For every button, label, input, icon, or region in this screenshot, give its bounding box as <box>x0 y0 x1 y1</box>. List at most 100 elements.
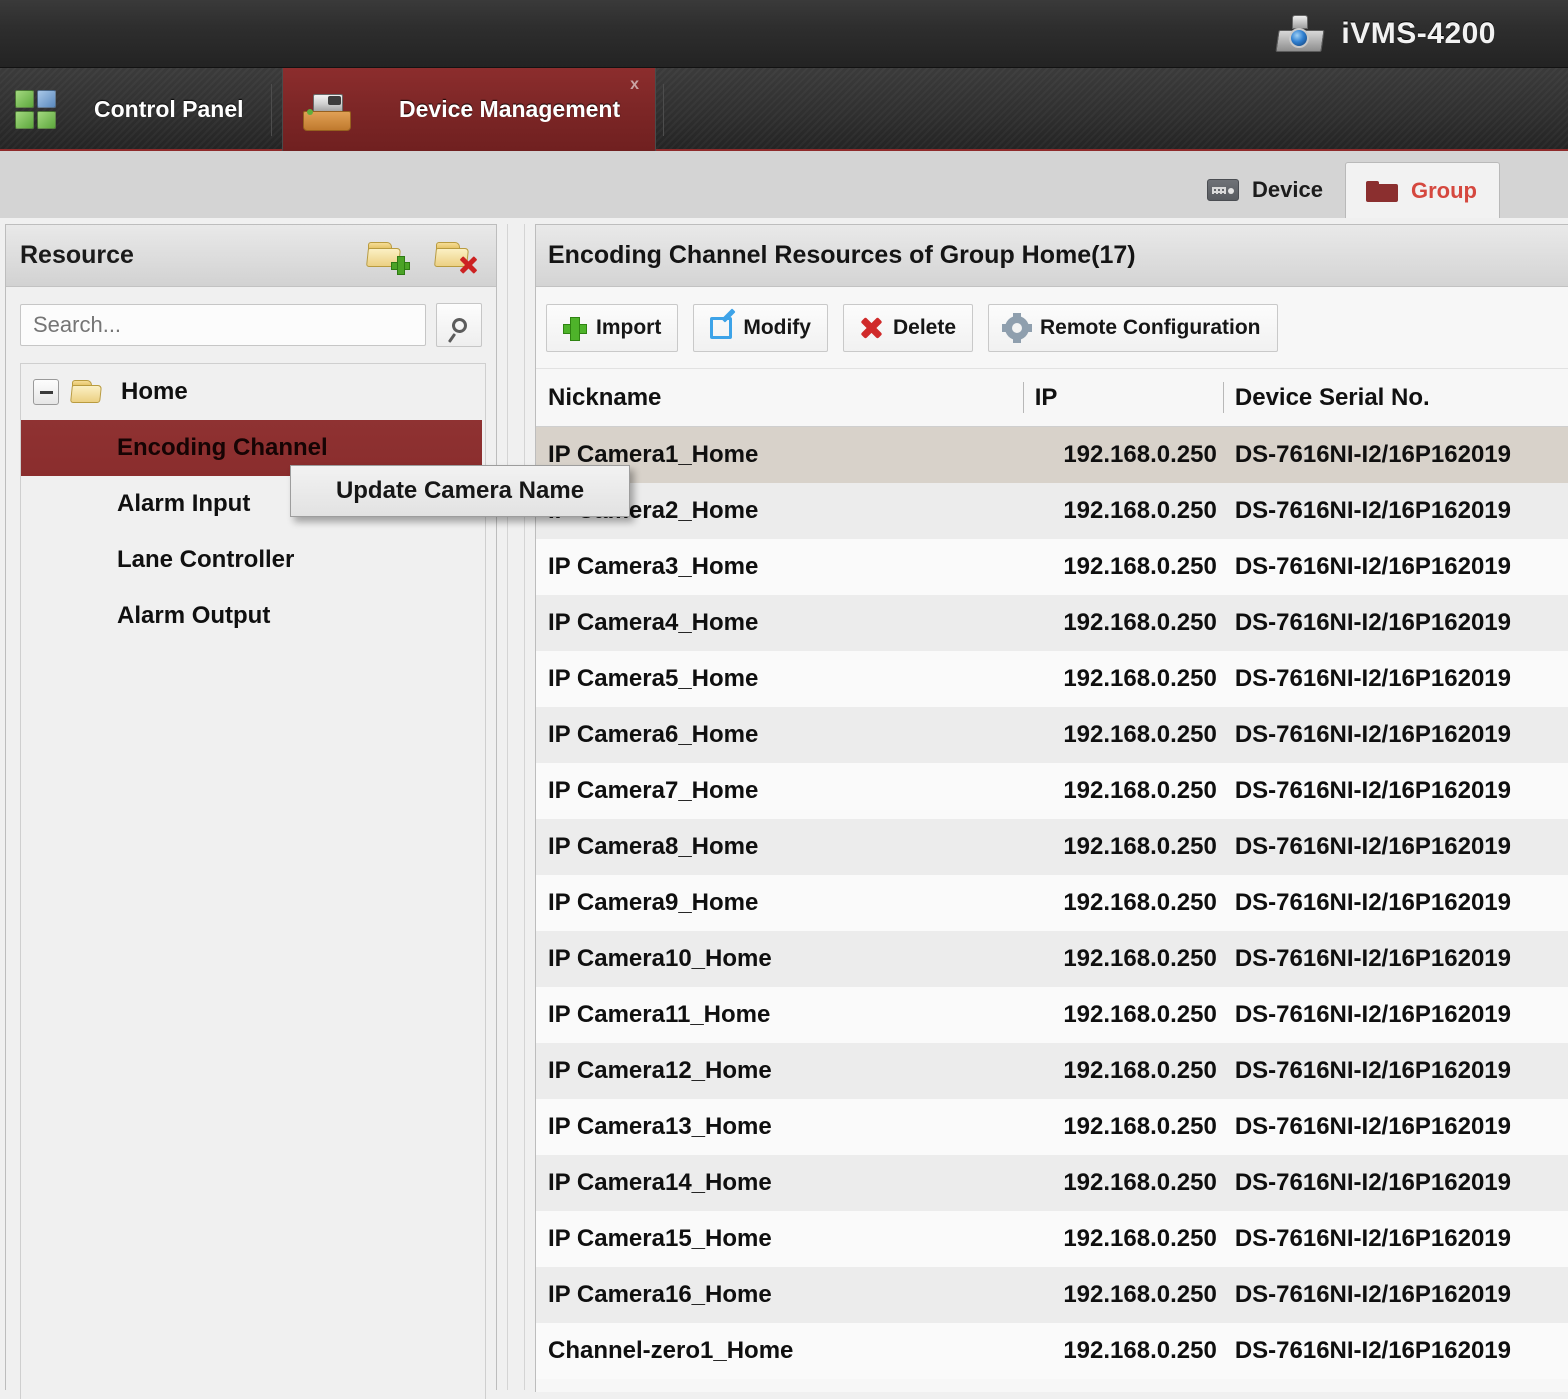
cell-serial: DS-7616NI-I2/16P162019 <box>1223 1267 1568 1323</box>
table-row[interactable]: IP Camera16_Home192.168.0.250DS-7616NI-I… <box>536 1267 1568 1323</box>
main-tab-bar: Control Panel Device Management x <box>0 68 1568 151</box>
column-header-ip[interactable]: IP <box>1023 369 1223 426</box>
tab-control-panel-label: Control Panel <box>94 96 244 123</box>
resource-tree: Home Encoding Channel Alarm Input Lane C… <box>20 363 486 1399</box>
tab-control-panel[interactable]: Control Panel <box>0 68 282 151</box>
collapse-toggle-icon[interactable] <box>33 379 59 405</box>
column-header-serial[interactable]: Device Serial No. <box>1223 369 1568 426</box>
resource-search-row <box>6 287 496 361</box>
modify-button-label: Modify <box>743 316 811 340</box>
delete-x-icon <box>860 317 882 339</box>
view-mode-bar: Device Group <box>0 151 1568 218</box>
tab-group-view-label: Group <box>1411 178 1477 204</box>
cell-nickname: IP Camera6_Home <box>536 707 1023 763</box>
cell-nickname: Channel-zero1_Home <box>536 1323 1023 1379</box>
table-row[interactable]: IP Camera12_Home192.168.0.250DS-7616NI-I… <box>536 1043 1568 1099</box>
cell-serial: DS-7616NI-I2/16P162019 <box>1223 1043 1568 1099</box>
import-button-label: Import <box>596 316 661 340</box>
folder-add-icon[interactable] <box>366 239 408 273</box>
tree-node-alarm-output[interactable]: Alarm Output <box>21 588 485 644</box>
cell-serial: DS-7616NI-I2/16P162019 <box>1223 819 1568 875</box>
table-row[interactable]: IP Camera1_Home192.168.0.250DS-7616NI-I2… <box>536 427 1568 483</box>
cell-nickname: IP Camera7_Home <box>536 763 1023 819</box>
cell-serial: DS-7616NI-I2/16P162019 <box>1223 763 1568 819</box>
resource-panel-actions <box>366 239 476 273</box>
cell-nickname: IP Camera14_Home <box>536 1155 1023 1211</box>
folder-delete-icon[interactable] <box>434 239 476 273</box>
tree-node-alarm-output-label: Alarm Output <box>117 602 270 630</box>
table-row[interactable]: IP Camera11_Home192.168.0.250DS-7616NI-I… <box>536 987 1568 1043</box>
table-row[interactable]: IP Camera15_Home192.168.0.250DS-7616NI-I… <box>536 1211 1568 1267</box>
tree-node-home[interactable]: Home <box>21 364 485 420</box>
table-row[interactable]: IP Camera10_Home192.168.0.250DS-7616NI-I… <box>536 931 1568 987</box>
cell-nickname: IP Camera11_Home <box>536 987 1023 1043</box>
dvr-icon <box>1207 179 1239 201</box>
tree-node-encoding-channel-label: Encoding Channel <box>117 434 328 462</box>
gear-icon <box>1005 316 1029 340</box>
table-row[interactable]: IP Camera6_Home192.168.0.250DS-7616NI-I2… <box>536 707 1568 763</box>
tab-device-management[interactable]: Device Management x <box>282 68 656 151</box>
import-button[interactable]: Import <box>546 304 678 352</box>
search-button[interactable] <box>436 303 482 347</box>
table-row[interactable]: Channel-zero1_Home192.168.0.250DS-7616NI… <box>536 1323 1568 1379</box>
close-icon[interactable]: x <box>630 76 639 94</box>
remote-configuration-button-label: Remote Configuration <box>1040 316 1261 340</box>
cell-ip: 192.168.0.250 <box>1023 427 1223 483</box>
tree-node-lane-controller-label: Lane Controller <box>117 546 294 574</box>
tree-node-lane-controller[interactable]: Lane Controller <box>21 532 485 588</box>
cell-serial: DS-7616NI-I2/16P162019 <box>1223 875 1568 931</box>
content-panel-header: Encoding Channel Resources of Group Home… <box>536 225 1568 287</box>
title-bar: iVMS-4200 <box>0 0 1568 68</box>
remote-configuration-button[interactable]: Remote Configuration <box>988 304 1278 352</box>
resource-panel: Resource Home Encoding Channel Alar <box>5 224 497 1390</box>
cell-nickname: IP Camera15_Home <box>536 1211 1023 1267</box>
grid-icon <box>14 89 58 131</box>
table-row[interactable]: IP Camera7_Home192.168.0.250DS-7616NI-I2… <box>536 763 1568 819</box>
folder-icon <box>1366 179 1398 203</box>
tree-node-home-label: Home <box>121 378 188 406</box>
folder-icon <box>71 378 107 406</box>
cell-ip: 192.168.0.250 <box>1023 1267 1223 1323</box>
cell-ip: 192.168.0.250 <box>1023 1155 1223 1211</box>
cell-serial: DS-7616NI-I2/16P162019 <box>1223 539 1568 595</box>
tree-node-alarm-input-label: Alarm Input <box>117 490 250 518</box>
cell-ip: 192.168.0.250 <box>1023 763 1223 819</box>
tab-device-view[interactable]: Device <box>1187 162 1345 218</box>
cell-serial: DS-7616NI-I2/16P162019 <box>1223 483 1568 539</box>
camera-icon <box>1275 14 1327 54</box>
cell-nickname: IP Camera4_Home <box>536 595 1023 651</box>
tab-divider-left <box>271 84 272 136</box>
cell-ip: 192.168.0.250 <box>1023 1099 1223 1155</box>
table-row[interactable]: IP Camera4_Home192.168.0.250DS-7616NI-I2… <box>536 595 1568 651</box>
modify-button[interactable]: Modify <box>693 304 828 352</box>
page-title: Resource <box>20 241 134 270</box>
table-row[interactable]: IP Camera5_Home192.168.0.250DS-7616NI-I2… <box>536 651 1568 707</box>
table-row[interactable]: IP Camera14_Home192.168.0.250DS-7616NI-I… <box>536 1155 1568 1211</box>
search-input[interactable] <box>20 304 426 346</box>
tab-group-view[interactable]: Group <box>1345 162 1500 218</box>
cell-ip: 192.168.0.250 <box>1023 707 1223 763</box>
cell-nickname: IP Camera9_Home <box>536 875 1023 931</box>
cell-ip: 192.168.0.250 <box>1023 1211 1223 1267</box>
content-panel: Encoding Channel Resources of Group Home… <box>535 224 1568 1392</box>
table-body: IP Camera1_Home192.168.0.250DS-7616NI-I2… <box>536 427 1568 1379</box>
content-panel-title: Encoding Channel Resources of Group Home… <box>548 241 1136 270</box>
cell-ip: 192.168.0.250 <box>1023 1323 1223 1379</box>
table-row[interactable]: IP Camera2_Home192.168.0.250DS-7616NI-I2… <box>536 483 1568 539</box>
delete-button[interactable]: Delete <box>843 304 973 352</box>
column-header-nickname[interactable]: Nickname <box>536 369 1023 426</box>
cell-ip: 192.168.0.250 <box>1023 595 1223 651</box>
cell-nickname: IP Camera12_Home <box>536 1043 1023 1099</box>
table-row[interactable]: IP Camera9_Home192.168.0.250DS-7616NI-I2… <box>536 875 1568 931</box>
cell-ip: 192.168.0.250 <box>1023 651 1223 707</box>
panel-splitter[interactable] <box>505 224 527 1390</box>
cell-ip: 192.168.0.250 <box>1023 1043 1223 1099</box>
table-row[interactable]: IP Camera3_Home192.168.0.250DS-7616NI-I2… <box>536 539 1568 595</box>
table-row[interactable]: IP Camera8_Home192.168.0.250DS-7616NI-I2… <box>536 819 1568 875</box>
cell-nickname: IP Camera13_Home <box>536 1099 1023 1155</box>
cell-serial: DS-7616NI-I2/16P162019 <box>1223 987 1568 1043</box>
tab-device-view-label: Device <box>1252 177 1323 203</box>
table-row[interactable]: IP Camera13_Home192.168.0.250DS-7616NI-I… <box>536 1099 1568 1155</box>
resource-panel-header: Resource <box>6 225 496 287</box>
tab-divider-right <box>663 84 664 136</box>
